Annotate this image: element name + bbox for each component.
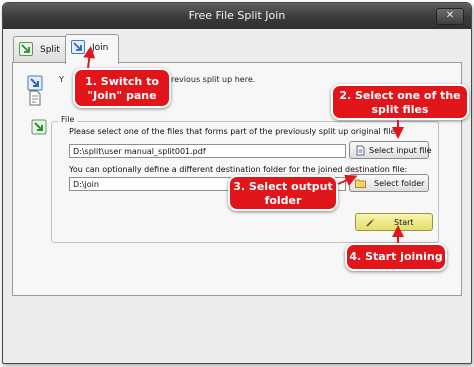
select-input-file-label: Select input file (369, 146, 432, 155)
input-file-field[interactable]: D:\split\user manual_split001.pdf (69, 144, 346, 158)
merge-arrow-icon (31, 119, 47, 135)
tab-split-label: Split (40, 45, 60, 55)
window-title: Free File Split Join (188, 9, 286, 22)
select-folder-label: Select folder (374, 179, 425, 188)
document-icon (29, 90, 41, 106)
destination-folder-description: You can optionally define a different de… (69, 165, 408, 174)
folder-icon (355, 179, 366, 188)
file-open-icon (356, 145, 365, 156)
file-group-title: File (58, 115, 78, 124)
start-label: Start (394, 218, 414, 227)
join-file-icon (27, 75, 43, 91)
select-file-description: Please select one of the files that form… (69, 127, 399, 136)
callout-start-joining: 4. Start joining (345, 243, 447, 271)
split-arrow-icon (19, 42, 33, 56)
tab-join-label: Join (92, 43, 109, 53)
title-bar[interactable]: Free File Split Join ✕ (3, 3, 471, 29)
intro-text-start: Y (59, 75, 64, 84)
select-input-file-button[interactable]: Select input file (349, 141, 432, 159)
callout-select-file: 2. Select one of the split files (331, 84, 469, 120)
select-folder-button[interactable]: Select folder (349, 174, 429, 192)
start-button[interactable]: Start (355, 213, 433, 231)
join-arrow-icon (71, 40, 85, 54)
tab-split[interactable]: Split (13, 36, 69, 63)
close-button[interactable]: ✕ (436, 8, 464, 25)
callout-switch-tab: 1. Switch to "Join" pane (73, 68, 171, 108)
tab-join[interactable]: Join (65, 34, 119, 64)
close-icon: ✕ (445, 10, 455, 21)
callout-output-folder: 3. Select output folder (228, 175, 338, 211)
intro-text-end: revious split up here. (171, 75, 256, 84)
magic-wand-icon (366, 218, 375, 227)
